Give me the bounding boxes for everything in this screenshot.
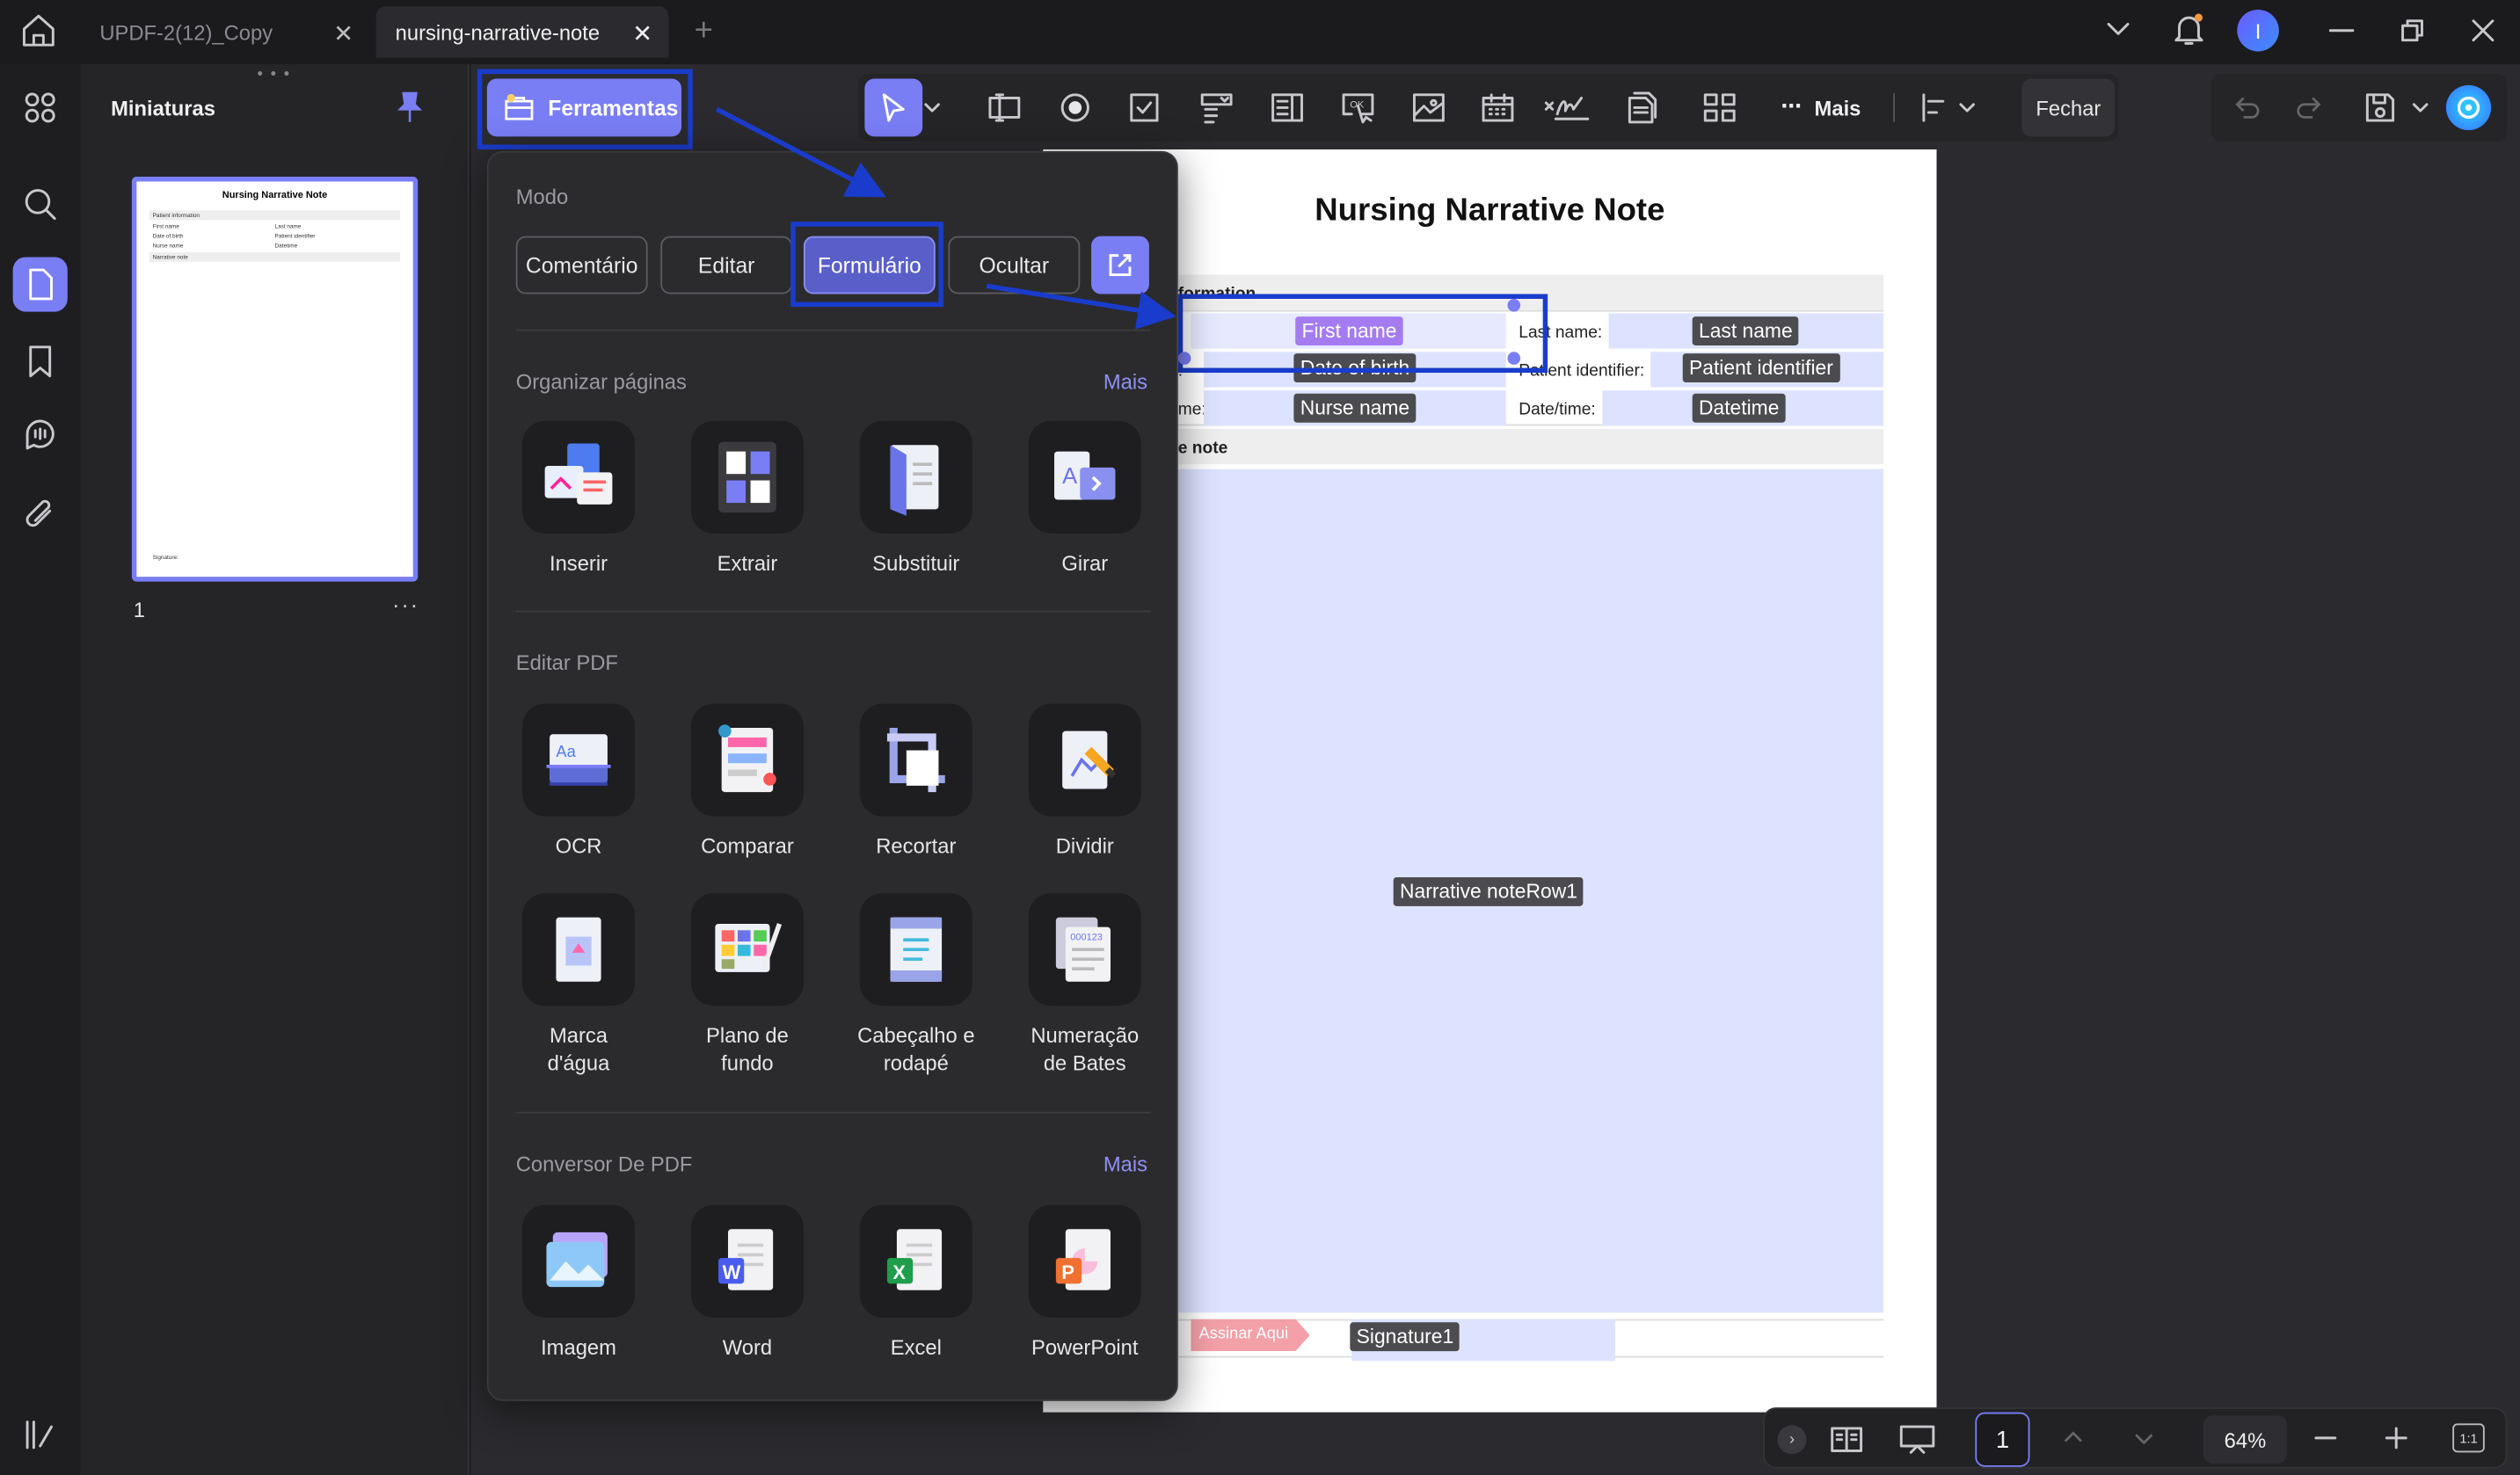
annotation-arrows <box>715 106 1176 330</box>
expand-icon[interactable]: › <box>1777 1425 1807 1455</box>
zoom-out-icon[interactable] <box>2312 1425 2338 1450</box>
actual-size-button[interactable]: 1:1 <box>2452 1423 2485 1453</box>
prev-page-icon[interactable] <box>2062 1428 2085 1444</box>
zoom-in-icon[interactable] <box>2384 1425 2409 1450</box>
bottom-bar: › 1 64% 1:1 <box>1763 1407 2508 1469</box>
page-number-input[interactable]: 1 <box>1975 1412 2030 1467</box>
page-number: 1 <box>1995 1426 2010 1454</box>
zoom-value: 64% <box>2224 1428 2267 1452</box>
zoom-level[interactable]: 64% <box>2203 1415 2287 1464</box>
page-layout-icon[interactable] <box>1829 1422 1864 1457</box>
next-page-icon[interactable] <box>2132 1432 2155 1448</box>
actual-size-label: 1:1 <box>2459 1430 2478 1446</box>
presentation-icon[interactable] <box>1898 1422 1937 1457</box>
